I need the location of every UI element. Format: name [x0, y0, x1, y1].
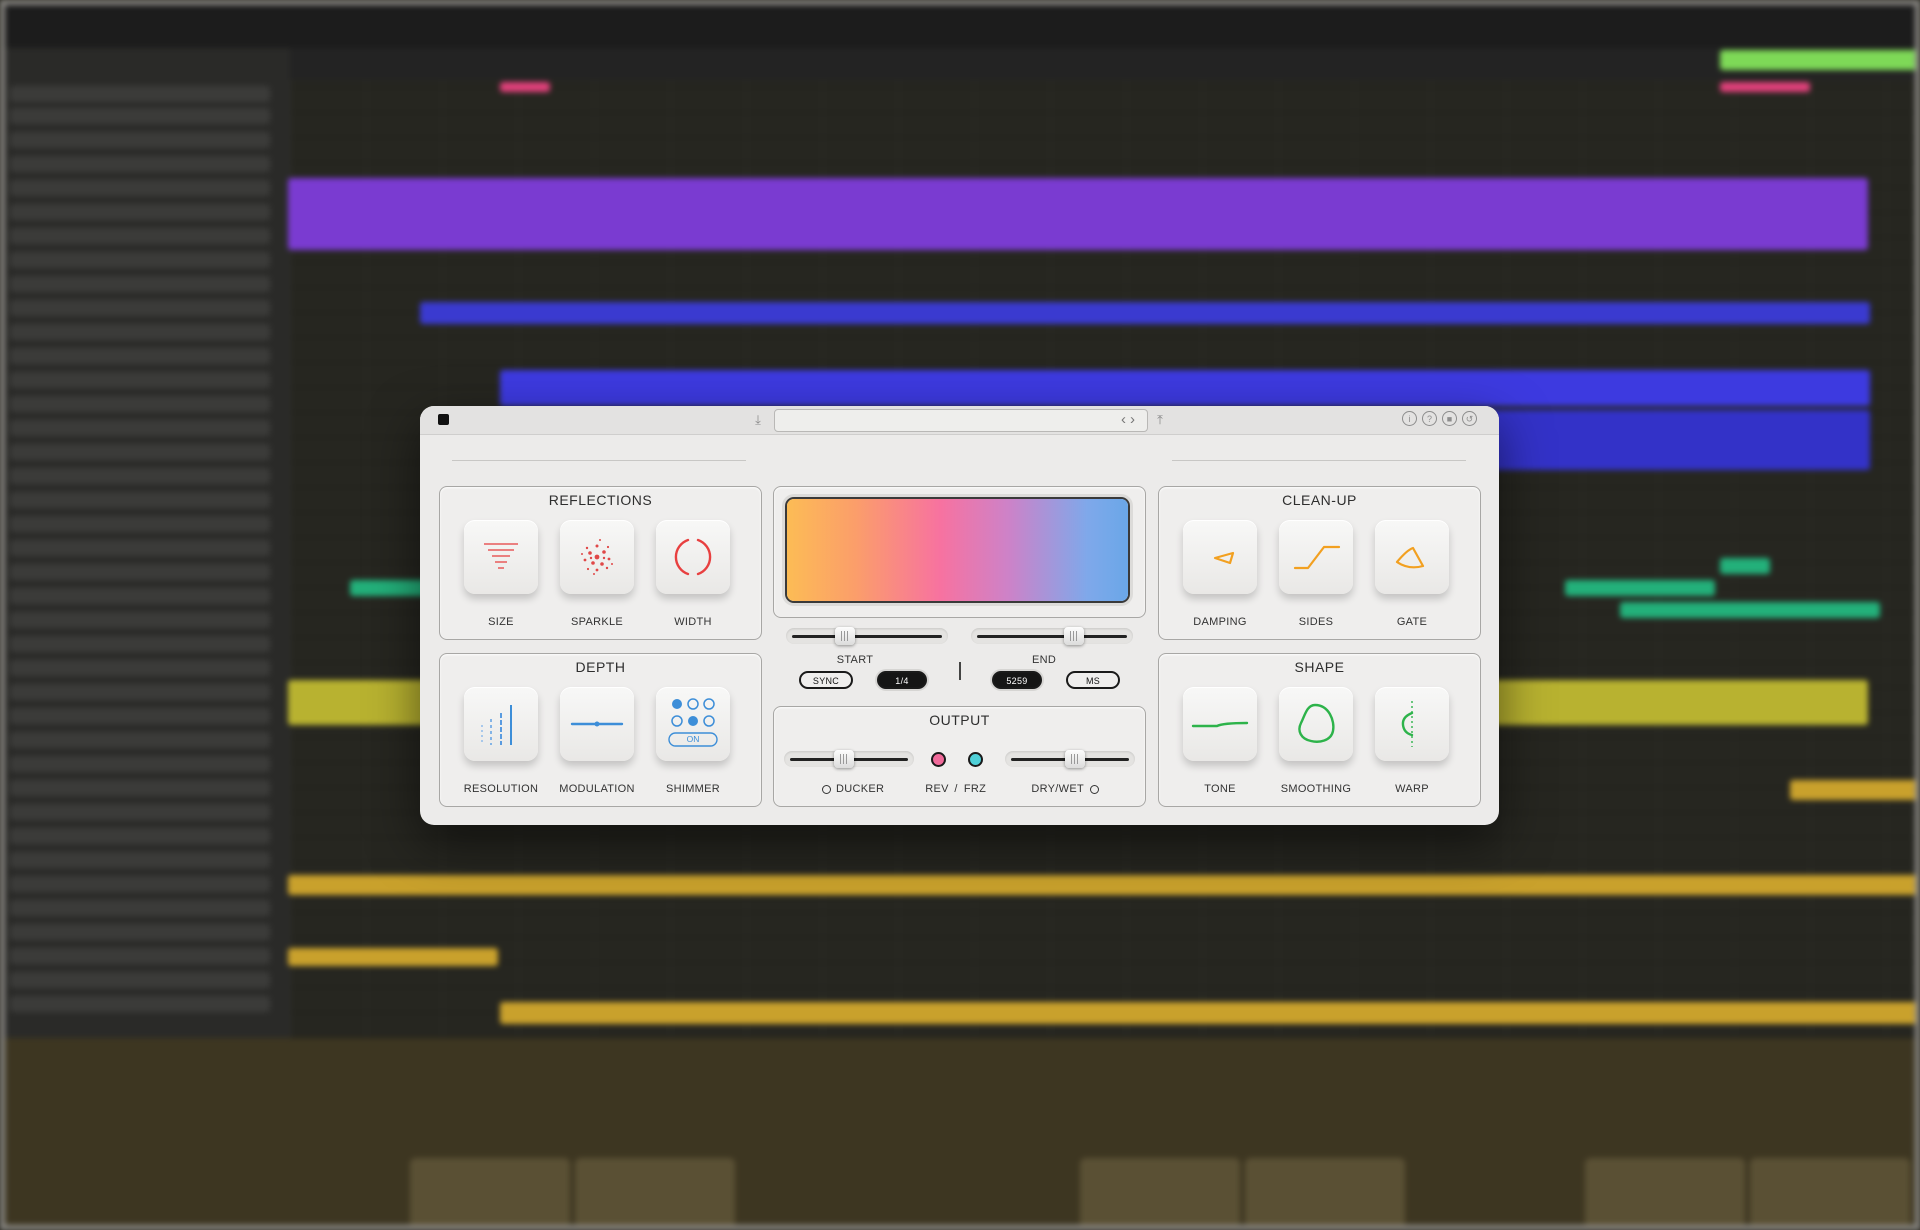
damping-icon: [1213, 551, 1235, 565]
download-preset-icon[interactable]: ⤓: [749, 411, 767, 429]
sides-key[interactable]: [1279, 520, 1353, 594]
tone-label: TONE: [1204, 783, 1236, 795]
sides-icon: [1293, 545, 1341, 570]
frz-label: FRZ: [963, 783, 987, 795]
smoothing-icon: [1298, 703, 1335, 743]
header-divider-right: [1172, 460, 1466, 461]
modulation-icon: [570, 721, 624, 727]
rev-button[interactable]: [931, 752, 946, 767]
gradient-display-panel: [773, 486, 1146, 618]
save-icon[interactable]: ■: [1442, 411, 1457, 426]
gate-key[interactable]: [1375, 520, 1449, 594]
size-key[interactable]: [464, 520, 538, 594]
drywet-indicator-icon[interactable]: [1090, 785, 1099, 794]
shape-title: SHAPE: [1294, 659, 1345, 675]
daw-track-list: [0, 48, 290, 1038]
depth-title: DEPTH: [575, 659, 626, 675]
shimmer-key[interactable]: ON: [656, 687, 730, 761]
modulation-key[interactable]: [560, 687, 634, 761]
info-icon[interactable]: i: [1402, 411, 1417, 426]
warp-label: WARP: [1395, 783, 1429, 795]
cleanup-title: CLEAN-UP: [1282, 492, 1357, 508]
width-label: WIDTH: [674, 616, 712, 628]
division-selector[interactable]: 1/4: [877, 671, 927, 689]
damping-key[interactable]: [1183, 520, 1257, 594]
cleanup-panel: CLEAN-UP DAMPING SIDES GATE: [1158, 486, 1481, 640]
end-slider[interactable]: [971, 626, 1133, 646]
sparkle-key[interactable]: [560, 520, 634, 594]
preset-selector[interactable]: ‹›: [774, 409, 1148, 432]
resolution-key[interactable]: [464, 687, 538, 761]
depth-panel: DEPTH ON RESOLUTION MODULATION SHIMMER: [439, 653, 762, 807]
sparkle-icon: [581, 539, 613, 575]
start-label: START: [836, 654, 874, 666]
sparkle-label: SPARKLE: [570, 616, 624, 628]
damping-label: DAMPING: [1193, 616, 1247, 628]
preset-nav-arrows-icon[interactable]: ‹›: [1121, 411, 1139, 428]
output-panel: OUTPUT DUCKER REV / FRZ DRY/WET: [773, 706, 1146, 807]
help-icon[interactable]: ?: [1422, 411, 1437, 426]
upload-preset-icon[interactable]: ⤒: [1151, 411, 1169, 429]
plugin-window: ⤓ ‹› ⤒ i ? ■ ↺ REFLECTIONS SIZE SPARKLE …: [420, 406, 1499, 825]
drywet-slider[interactable]: [1005, 749, 1135, 769]
start-slider[interactable]: [786, 626, 948, 646]
sides-label: SIDES: [1298, 616, 1334, 628]
start-slider-thumb[interactable]: [834, 627, 855, 645]
size-label: SIZE: [488, 616, 514, 628]
ducker-slider-thumb[interactable]: [834, 750, 855, 768]
gate-label: GATE: [1396, 616, 1428, 628]
sync-button[interactable]: SYNC: [799, 671, 853, 689]
shimmer-toggle[interactable]: ON: [669, 733, 717, 746]
tone-icon: [1191, 721, 1249, 728]
output-title: OUTPUT: [929, 712, 990, 728]
width-icon: [674, 538, 712, 576]
plugin-title-bar: ⤓ ‹› ⤒ i ? ■ ↺: [420, 406, 1499, 435]
rev-label: REV: [925, 783, 949, 795]
modulation-label: MODULATION: [559, 783, 635, 795]
reflections-title: REFLECTIONS: [548, 492, 653, 508]
drywet-slider-thumb[interactable]: [1064, 750, 1085, 768]
ducker-indicator-icon[interactable]: [822, 785, 831, 794]
end-label: END: [1031, 654, 1057, 666]
reset-icon[interactable]: ↺: [1462, 411, 1477, 426]
size-icon: [484, 543, 518, 569]
reflections-panel: REFLECTIONS SIZE SPARKLE WIDTH: [439, 486, 762, 640]
daw-timeline-ruler: [290, 48, 1920, 80]
title-bar-tools: i ? ■ ↺: [1402, 411, 1477, 426]
header-divider-left: [452, 460, 746, 461]
daw-bottom-pane: [0, 1038, 1920, 1230]
warp-key[interactable]: [1375, 687, 1449, 761]
shimmer-icon: [668, 698, 718, 747]
smoothing-label: SMOOTHING: [1280, 783, 1352, 795]
ducker-label: DUCKER: [836, 783, 885, 795]
end-slider-thumb[interactable]: [1064, 627, 1085, 645]
tone-key[interactable]: [1183, 687, 1257, 761]
freeze-divider: [959, 662, 961, 680]
shape-panel: SHAPE TONE SMOOTHING WARP: [1158, 653, 1481, 807]
gate-icon: [1395, 546, 1425, 569]
ms-button[interactable]: MS: [1066, 671, 1120, 689]
width-key[interactable]: [656, 520, 730, 594]
resolution-label: RESOLUTION: [463, 783, 539, 795]
warp-icon: [1401, 701, 1414, 747]
drywet-label: DRY/WET: [1031, 783, 1084, 795]
daw-toolbar: [0, 0, 1920, 48]
ms-value-field[interactable]: 5259: [992, 671, 1042, 689]
smoothing-key[interactable]: [1279, 687, 1353, 761]
close-window-button[interactable]: [438, 414, 449, 425]
shimmer-label: SHIMMER: [665, 783, 721, 795]
ducker-slider[interactable]: [784, 749, 914, 769]
rev-frz-separator: /: [954, 783, 958, 795]
gradient-display: [787, 499, 1128, 601]
frz-button[interactable]: [968, 752, 983, 767]
resolution-icon: [481, 705, 512, 745]
